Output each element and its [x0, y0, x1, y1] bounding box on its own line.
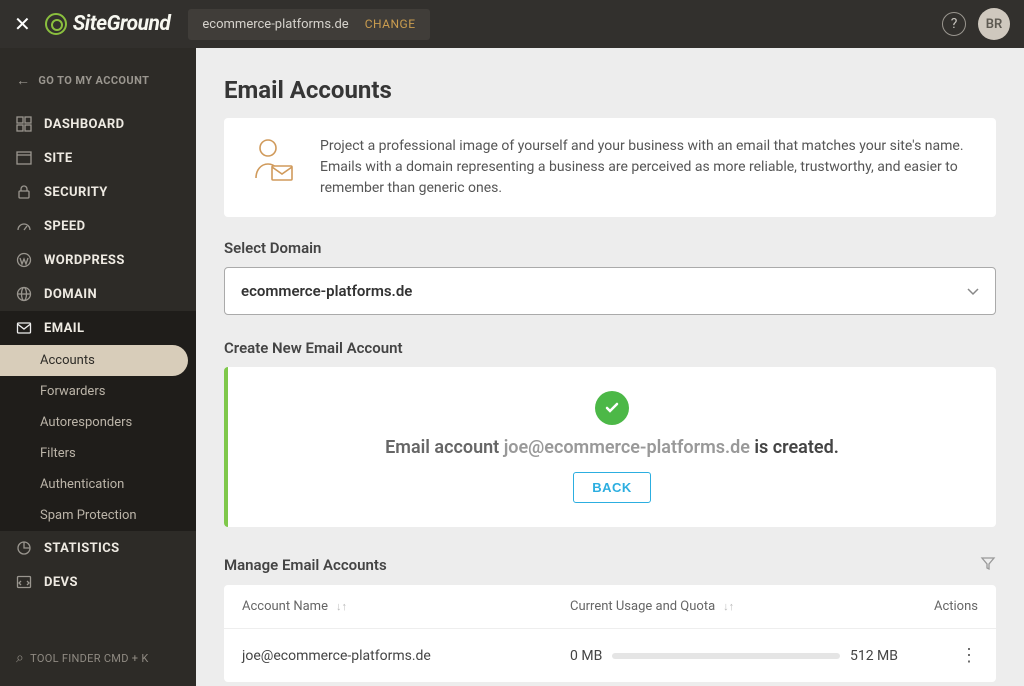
col-quota[interactable]: Current Usage and Quota ↓↑ [570, 599, 898, 614]
sub-item-spam-protection[interactable]: Spam Protection [0, 500, 196, 531]
close-icon[interactable]: ✕ [14, 12, 31, 36]
go-to-account-link[interactable]: GO TO MY ACCOUNT [0, 62, 196, 107]
table-row: joe@ecommerce-platforms.de 0 MB 512 MB ⋮ [224, 629, 996, 682]
sidebar-item-domain[interactable]: DOMAIN [0, 277, 196, 311]
sidebar-item-email[interactable]: EMAIL [0, 311, 196, 345]
select-domain-label: Select Domain [224, 239, 996, 257]
email-submenu: Accounts Forwarders Autoresponders Filte… [0, 345, 196, 531]
sort-icon: ↓↑ [336, 604, 347, 610]
selected-domain-value: ecommerce-platforms.de [241, 282, 412, 300]
intro-text: Project a professional image of yourself… [320, 136, 974, 199]
cell-actions: ⋮ [898, 645, 978, 666]
code-icon [16, 574, 32, 590]
change-domain-button[interactable]: CHANGE [365, 17, 416, 31]
quota-bar [612, 653, 840, 659]
sidebar-item-statistics[interactable]: STATISTICS [0, 531, 196, 565]
sub-item-autoresponders[interactable]: Autoresponders [0, 407, 196, 438]
sidebar-item-site[interactable]: SITE [0, 141, 196, 175]
wordpress-icon [16, 252, 32, 268]
main-content: Email Accounts Project a professional im… [196, 48, 1024, 686]
domain-select[interactable]: ecommerce-platforms.de [224, 267, 996, 315]
topbar: ✕ SiteGround ecommerce-platforms.de CHAN… [0, 0, 1024, 48]
avatar[interactable]: BR [978, 8, 1010, 40]
back-button[interactable]: BACK [573, 472, 651, 503]
lock-icon [16, 184, 32, 200]
page-title: Email Accounts [224, 76, 996, 104]
sub-item-accounts[interactable]: Accounts [0, 345, 188, 376]
sub-item-authentication[interactable]: Authentication [0, 469, 196, 500]
sort-icon: ↓↑ [723, 604, 734, 610]
sidebar-item-wordpress[interactable]: WORDPRESS [0, 243, 196, 277]
logo-text: SiteGround [73, 12, 171, 36]
chart-icon [16, 540, 32, 556]
create-email-label: Create New Email Account [224, 339, 996, 357]
cell-account-name: joe@ecommerce-platforms.de [242, 648, 570, 664]
domain-selector[interactable]: ecommerce-platforms.de CHANGE [188, 9, 429, 40]
dashboard-icon [16, 116, 32, 132]
site-icon [16, 150, 32, 166]
manage-accounts-label: Manage Email Accounts [224, 556, 387, 574]
help-icon[interactable]: ? [942, 12, 966, 36]
chevron-down-icon [967, 282, 979, 300]
sidebar-item-security[interactable]: SECURITY [0, 175, 196, 209]
cell-quota: 0 MB 512 MB [570, 648, 898, 664]
sidebar-item-speed[interactable]: SPEED [0, 209, 196, 243]
row-actions-icon[interactable]: ⋮ [960, 645, 978, 666]
tool-finder[interactable]: TOOL FINDER CMD + K [0, 630, 196, 686]
success-message: Email account joe@ecommerce-platforms.de… [252, 437, 972, 458]
logo-swirl-icon [45, 13, 67, 35]
table-header: Account Name ↓↑ Current Usage and Quota … [224, 585, 996, 629]
sidebar-item-devs[interactable]: DEVS [0, 565, 196, 599]
intro-card: Project a professional image of yourself… [224, 118, 996, 217]
current-domain: ecommerce-platforms.de [202, 17, 348, 32]
sub-item-filters[interactable]: Filters [0, 438, 196, 469]
gauge-icon [16, 218, 32, 234]
sidebar-item-dashboard[interactable]: DASHBOARD [0, 107, 196, 141]
success-card: Email account joe@ecommerce-platforms.de… [224, 367, 996, 527]
accounts-table: Account Name ↓↑ Current Usage and Quota … [224, 585, 996, 682]
mail-icon [16, 320, 32, 336]
filter-icon[interactable] [980, 555, 996, 575]
globe-icon [16, 286, 32, 302]
logo[interactable]: SiteGround [45, 12, 171, 36]
person-mail-icon [246, 136, 296, 190]
col-account-name[interactable]: Account Name ↓↑ [242, 599, 570, 614]
check-circle-icon [595, 391, 629, 425]
col-actions: Actions [898, 599, 978, 614]
sidebar: GO TO MY ACCOUNT DASHBOARD SITE SECURITY… [0, 48, 196, 686]
sub-item-forwarders[interactable]: Forwarders [0, 376, 196, 407]
